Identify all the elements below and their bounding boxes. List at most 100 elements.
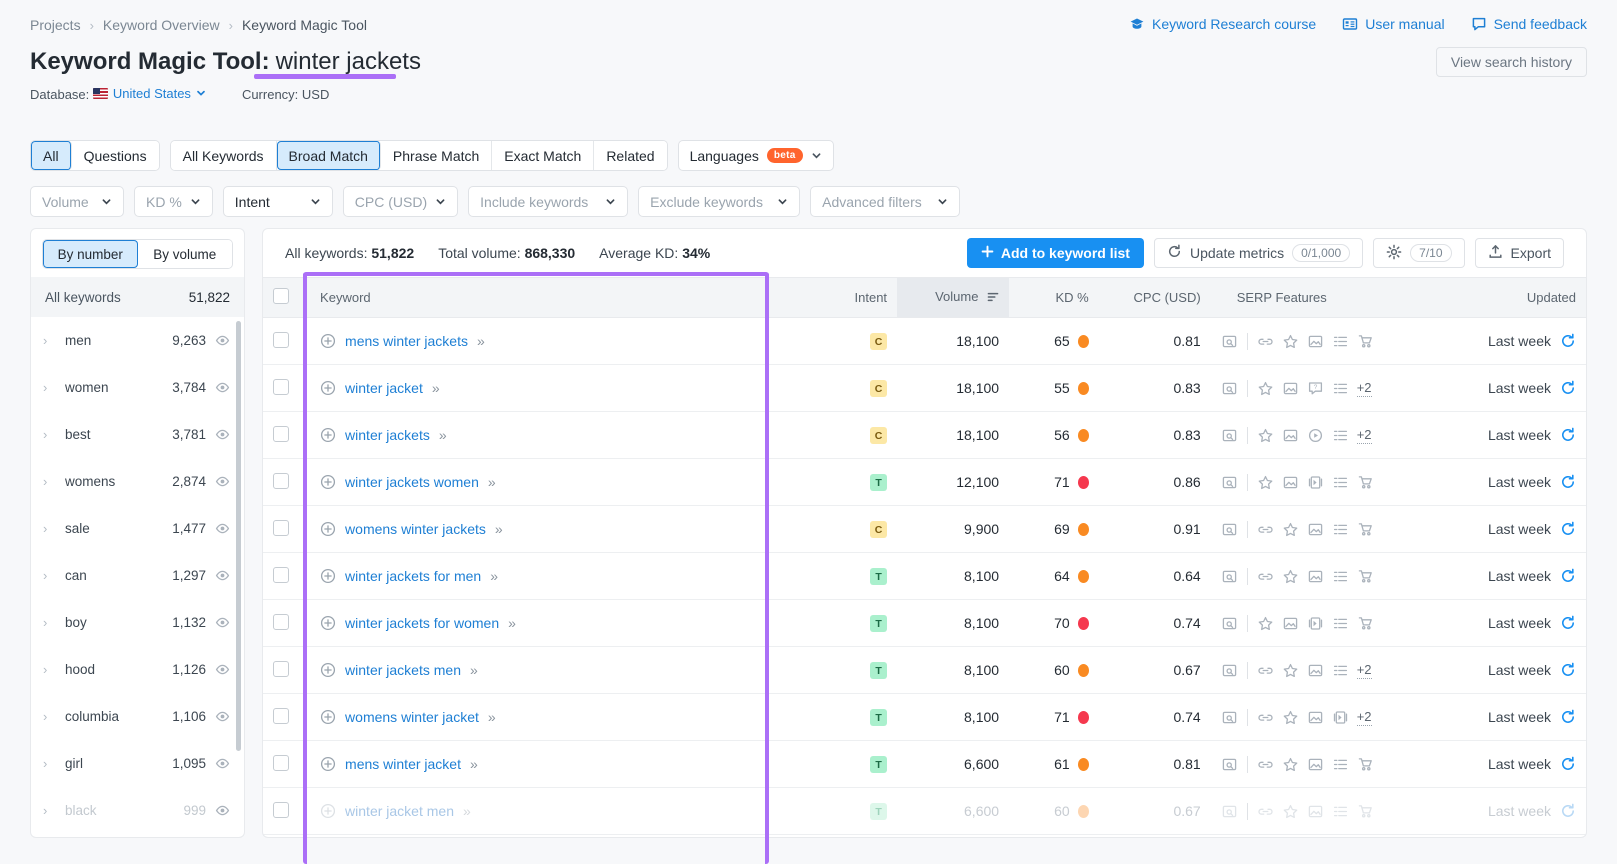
keyword-link[interactable]: winter jackets women bbox=[345, 474, 479, 490]
link-icon[interactable] bbox=[1257, 709, 1274, 726]
list-icon[interactable] bbox=[1332, 662, 1349, 679]
star-icon[interactable] bbox=[1282, 333, 1299, 350]
keyword-expand-icon[interactable]: » bbox=[488, 709, 494, 725]
star-icon[interactable] bbox=[1282, 803, 1299, 820]
row-refresh-icon[interactable] bbox=[1560, 427, 1576, 443]
list-icon[interactable] bbox=[1332, 474, 1349, 491]
row-refresh-icon[interactable] bbox=[1560, 615, 1576, 631]
link-icon[interactable] bbox=[1257, 333, 1274, 350]
search-preview-icon[interactable] bbox=[1221, 474, 1238, 491]
video-icon[interactable] bbox=[1307, 427, 1324, 444]
user-manual-link[interactable]: User manual bbox=[1342, 16, 1444, 32]
exclude-keywords-filter[interactable]: Exclude keywords bbox=[638, 186, 800, 217]
header-serp-features[interactable]: SERP Features bbox=[1211, 278, 1424, 318]
search-preview-icon[interactable] bbox=[1221, 521, 1238, 538]
search-preview-icon[interactable] bbox=[1221, 662, 1238, 679]
cart-icon[interactable] bbox=[1357, 333, 1374, 350]
serp-more-badge[interactable]: +2 bbox=[1357, 380, 1372, 397]
intent-cell[interactable]: C bbox=[816, 365, 897, 412]
view-search-history-button[interactable]: View search history bbox=[1436, 47, 1587, 77]
row-refresh-icon[interactable] bbox=[1560, 333, 1576, 349]
list-icon[interactable] bbox=[1332, 756, 1349, 773]
row-checkbox[interactable] bbox=[273, 520, 289, 536]
keyword-expand-icon[interactable]: » bbox=[439, 427, 445, 443]
add-keyword-icon[interactable] bbox=[320, 521, 336, 537]
intent-cell[interactable]: C bbox=[816, 412, 897, 459]
search-preview-icon[interactable] bbox=[1221, 333, 1238, 350]
sidebar-toggle-by-volume[interactable]: By volume bbox=[138, 240, 233, 268]
intent-cell[interactable]: C bbox=[816, 318, 897, 365]
chevron-right-icon[interactable]: › bbox=[43, 662, 59, 677]
eye-icon[interactable] bbox=[215, 615, 230, 630]
sidebar-item-girl[interactable]: ›girl1,095 bbox=[31, 740, 244, 787]
add-keyword-icon[interactable] bbox=[320, 333, 336, 349]
search-preview-icon[interactable] bbox=[1221, 427, 1238, 444]
database-selector[interactable]: Database: United States bbox=[30, 86, 206, 102]
carousel-icon[interactable] bbox=[1307, 474, 1324, 491]
eye-icon[interactable] bbox=[215, 756, 230, 771]
link-icon[interactable] bbox=[1257, 521, 1274, 538]
image-icon[interactable] bbox=[1307, 521, 1324, 538]
row-refresh-icon[interactable] bbox=[1560, 803, 1576, 819]
eye-icon[interactable] bbox=[215, 333, 230, 348]
star-icon[interactable] bbox=[1257, 380, 1274, 397]
sidebar-item-sale[interactable]: ›sale1,477 bbox=[31, 505, 244, 552]
sidebar-toggle-by-number[interactable]: By number bbox=[43, 240, 138, 268]
sidebar-item-womens[interactable]: ›womens2,874 bbox=[31, 458, 244, 505]
tab-broad-match[interactable]: Broad Match bbox=[277, 141, 381, 170]
keyword-expand-icon[interactable]: » bbox=[477, 333, 483, 349]
cart-icon[interactable] bbox=[1357, 756, 1374, 773]
search-preview-icon[interactable] bbox=[1221, 756, 1238, 773]
add-to-keyword-list-button[interactable]: Add to keyword list bbox=[967, 238, 1144, 268]
add-keyword-icon[interactable] bbox=[320, 803, 336, 819]
list-icon[interactable] bbox=[1332, 380, 1349, 397]
keyword-link[interactable]: womens winter jackets bbox=[345, 521, 486, 537]
keyword-link[interactable]: winter jacket bbox=[345, 380, 423, 396]
link-icon[interactable] bbox=[1257, 662, 1274, 679]
tab-related[interactable]: Related bbox=[594, 141, 666, 170]
star-icon[interactable] bbox=[1282, 709, 1299, 726]
row-refresh-icon[interactable] bbox=[1560, 521, 1576, 537]
sidebar-item-all-keywords[interactable]: All keywords 51,822 bbox=[31, 277, 244, 317]
star-icon[interactable] bbox=[1257, 615, 1274, 632]
image-icon[interactable] bbox=[1282, 427, 1299, 444]
row-checkbox[interactable] bbox=[273, 614, 289, 630]
header-keyword[interactable]: Keyword bbox=[310, 278, 816, 318]
row-checkbox[interactable] bbox=[273, 473, 289, 489]
sidebar-item-columbia[interactable]: ›columbia1,106 bbox=[31, 693, 244, 740]
keyword-expand-icon[interactable]: » bbox=[495, 521, 501, 537]
star-icon[interactable] bbox=[1282, 568, 1299, 585]
chevron-right-icon[interactable]: › bbox=[43, 568, 59, 583]
advanced-filters[interactable]: Advanced filters bbox=[810, 186, 960, 217]
add-keyword-icon[interactable] bbox=[320, 615, 336, 631]
image-icon[interactable] bbox=[1282, 380, 1299, 397]
eye-icon[interactable] bbox=[215, 709, 230, 724]
question-icon[interactable]: ? bbox=[1307, 380, 1324, 397]
keyword-expand-icon[interactable]: » bbox=[490, 568, 496, 584]
table-row[interactable]: womens winter jackets»C9,900690.91Last w… bbox=[263, 506, 1586, 553]
breadcrumb-item-keyword-overview[interactable]: Keyword Overview bbox=[103, 17, 220, 33]
eye-icon[interactable] bbox=[215, 474, 230, 489]
search-preview-icon[interactable] bbox=[1221, 803, 1238, 820]
cart-icon[interactable] bbox=[1357, 803, 1374, 820]
tab-questions[interactable]: Questions bbox=[72, 141, 159, 170]
chevron-right-icon[interactable]: › bbox=[43, 521, 59, 536]
keyword-link[interactable]: winter jackets for women bbox=[345, 615, 499, 631]
chevron-right-icon[interactable]: › bbox=[43, 709, 59, 724]
export-button[interactable]: Export bbox=[1475, 238, 1564, 268]
chevron-right-icon[interactable]: › bbox=[43, 474, 59, 489]
keyword-link[interactable]: winter jackets men bbox=[345, 662, 461, 678]
keyword-link[interactable]: winter jacket men bbox=[345, 803, 454, 819]
keyword-link[interactable]: winter jackets bbox=[345, 427, 430, 443]
serp-more-badge[interactable]: +2 bbox=[1357, 709, 1372, 726]
image-icon[interactable] bbox=[1307, 333, 1324, 350]
row-checkbox[interactable] bbox=[273, 426, 289, 442]
keyword-link[interactable]: mens winter jackets bbox=[345, 333, 468, 349]
search-preview-icon[interactable] bbox=[1221, 709, 1238, 726]
row-refresh-icon[interactable] bbox=[1560, 568, 1576, 584]
include-keywords-filter[interactable]: Include keywords bbox=[468, 186, 628, 217]
cart-icon[interactable] bbox=[1357, 568, 1374, 585]
star-icon[interactable] bbox=[1282, 521, 1299, 538]
row-checkbox[interactable] bbox=[273, 708, 289, 724]
row-checkbox[interactable] bbox=[273, 661, 289, 677]
